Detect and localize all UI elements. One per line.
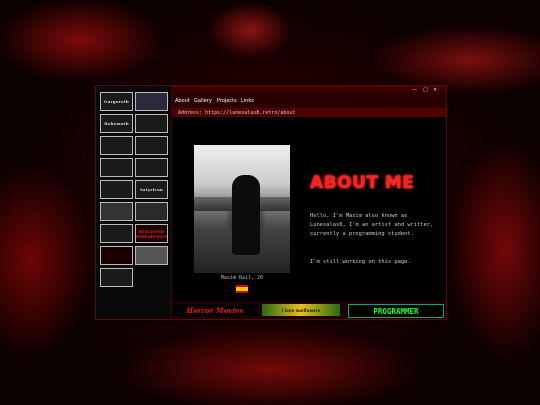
spain-flag-icon xyxy=(236,285,248,293)
page-title: ABOUT ME xyxy=(310,173,415,193)
badge-17[interactable] xyxy=(100,268,133,287)
badge-2[interactable] xyxy=(135,92,168,111)
badge-behemoth[interactable]: Behemoth xyxy=(100,114,133,133)
menu-bar: About Gallery Projects Links xyxy=(172,94,446,108)
badge-7[interactable] xyxy=(100,158,133,177)
badge-satyricon[interactable]: Satyricon xyxy=(135,180,168,199)
address-text[interactable]: Address: https://lunesalas8.retro/about xyxy=(178,110,295,116)
maximize-icon[interactable]: □ xyxy=(423,86,428,94)
profile-photo xyxy=(194,145,290,273)
menu-projects[interactable]: Projects xyxy=(217,98,237,104)
banner-programmer[interactable]: PROGRAMMER xyxy=(348,304,444,318)
status-note: I'm still working on this page. xyxy=(310,259,411,265)
menu-gallery[interactable]: Gallery xyxy=(194,98,212,104)
bio-text: Hello, I'm Maxim also known as Lunesalas… xyxy=(310,213,434,237)
menu-about[interactable]: About xyxy=(175,98,190,104)
minimize-icon[interactable]: — xyxy=(412,86,417,94)
badge-11[interactable] xyxy=(100,202,133,221)
close-icon[interactable]: ✕ xyxy=(433,86,437,94)
badge-16[interactable] xyxy=(135,246,168,265)
address-bar[interactable]: Address: https://lunesalas8.retro/about xyxy=(172,108,446,117)
badge-red-dead-redemption[interactable]: RED DEAD REDEMPTION xyxy=(135,224,168,243)
badge-8[interactable] xyxy=(135,158,168,177)
badge-4[interactable] xyxy=(135,114,168,133)
badge-15[interactable] xyxy=(100,246,133,265)
badge-gorgoroth[interactable]: Gorgoroth xyxy=(100,92,133,111)
badge-9[interactable] xyxy=(100,180,133,199)
badge-12[interactable] xyxy=(135,202,168,221)
badge-sidebar: Gorgoroth Behemoth Satyricon RED DEAD RE… xyxy=(96,86,172,319)
menu-links[interactable]: Links xyxy=(241,98,254,104)
title-bar[interactable]: — □ ✕ xyxy=(172,86,446,94)
badge-6[interactable] xyxy=(135,136,168,155)
banner-sunflowers[interactable]: I love sunflowers xyxy=(262,304,340,316)
banner-horror-movies[interactable]: Horror Movies xyxy=(172,304,258,316)
browser-window: Gorgoroth Behemoth Satyricon RED DEAD RE… xyxy=(95,85,447,320)
footer-banners: Horror Movies I love sunflowers PROGRAMM… xyxy=(172,301,446,319)
badge-5[interactable] xyxy=(100,136,133,155)
photo-caption: Maxim Rail, 20 xyxy=(220,275,264,281)
badge-13[interactable] xyxy=(100,224,133,243)
about-content: Maxim Rail, 20 ABOUT ME Hello, I'm Maxim… xyxy=(172,117,446,301)
